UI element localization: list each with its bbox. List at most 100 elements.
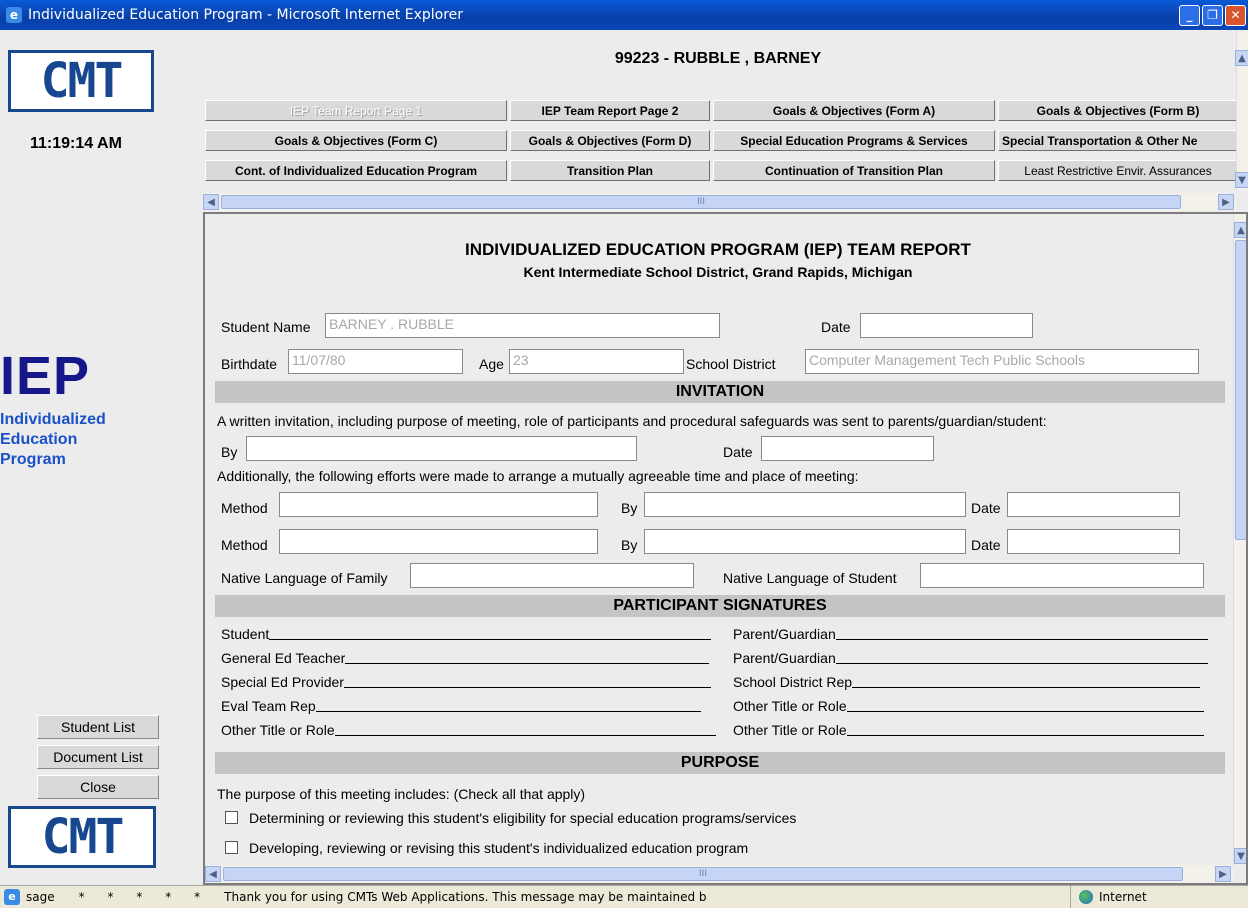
signature-line: Special Ed Provider (221, 674, 711, 690)
nav-goals-form-a[interactable]: Goals & Objectives (Form A) (713, 100, 995, 121)
scroll-right-icon[interactable]: ▶ (1218, 194, 1234, 210)
student-title: 99223 - RUBBLE , BARNEY (614, 50, 822, 67)
student-list-button[interactable]: Student List (37, 715, 159, 739)
clock: 11:19:14 AM (30, 135, 122, 152)
close-window-button[interactable]: ✕ (1225, 4, 1246, 26)
efforts-text: Additionally, the following efforts were… (217, 468, 859, 484)
method-by-field[interactable] (644, 529, 966, 554)
signature-line: Parent/Guardian (733, 626, 1208, 642)
scroll-left-icon[interactable]: ◀ (205, 866, 221, 882)
scroll-right-icon[interactable]: ▶ (1215, 866, 1231, 882)
nav-transition-plan[interactable]: Transition Plan (510, 160, 710, 181)
purpose-item: Developing, reviewing or revising this s… (249, 840, 749, 856)
iep-subtitle-line: Individualized (0, 411, 106, 428)
nav-iep-team-report-page-1[interactable]: IEP Team Report Page 1 (205, 100, 507, 121)
method-field[interactable] (279, 529, 598, 554)
method-date-label: Date (971, 500, 1001, 516)
nav-goals-form-c[interactable]: Goals & Objectives (Form C) (205, 130, 507, 151)
invitation-by-field[interactable] (246, 436, 637, 461)
scroll-down-icon[interactable]: ▼ (1235, 172, 1248, 188)
method-by-label: By (621, 500, 638, 516)
top-horizontal-scrollbar[interactable]: ◀ III ▶ (203, 193, 1236, 211)
signature-underline (852, 674, 1201, 688)
participant-signatures-heading: PARTICIPANT SIGNATURES (215, 595, 1225, 617)
method-field[interactable] (279, 492, 598, 517)
signature-role: Other Title or Role (733, 722, 847, 738)
method-date-field[interactable] (1007, 492, 1180, 517)
scroll-down-icon[interactable]: ▼ (1234, 848, 1248, 864)
ie-icon: e (6, 7, 22, 23)
method-by-field[interactable] (644, 492, 966, 517)
scroll-thumb[interactable]: III (223, 867, 1183, 881)
purpose-checkbox[interactable] (225, 841, 238, 854)
signature-line: Other Title or Role (733, 698, 1204, 714)
nav-goals-form-b[interactable]: Goals & Objectives (Form B) (998, 100, 1238, 121)
date-field[interactable] (860, 313, 1033, 338)
signature-role: Other Title or Role (733, 698, 847, 714)
purpose-intro: The purpose of this meeting includes: (C… (217, 786, 586, 802)
nav-cont-iep[interactable]: Cont. of Individualized Education Progra… (205, 160, 507, 181)
native-language-student-field[interactable] (920, 563, 1204, 588)
purpose-heading: PURPOSE (215, 752, 1225, 774)
age-label: Age (479, 356, 504, 372)
birthdate-field[interactable]: 11/07/80 (288, 349, 463, 374)
student-name-field[interactable]: BARNEY . RUBBLE (325, 313, 720, 338)
school-district-field[interactable]: Computer Management Tech Public Schools (805, 349, 1199, 374)
signature-role: Eval Team Rep (221, 698, 316, 714)
report-subtitle: Kent Intermediate School District, Grand… (523, 264, 913, 280)
signature-underline (315, 698, 701, 712)
method-date-label: Date (971, 537, 1001, 553)
nav-special-transportation[interactable]: Special Transportation & Other Ne (998, 130, 1238, 151)
globe-icon (1079, 890, 1093, 904)
birthdate-label: Birthdate (221, 356, 278, 372)
scroll-left-icon[interactable]: ◀ (203, 194, 219, 210)
window-title: Individualized Education Program - Micro… (28, 7, 464, 23)
signature-line: School District Rep (733, 674, 1201, 690)
signature-line: Other Title or Role (221, 722, 716, 738)
main-horizontal-scrollbar[interactable]: ◀ III ▶ (203, 865, 1233, 883)
cmt-logo-top: CMT (8, 50, 154, 112)
signature-underline (835, 626, 1208, 640)
scroll-up-icon[interactable]: ▲ (1234, 222, 1248, 238)
invitation-date-field[interactable] (761, 436, 934, 461)
signature-underline (269, 626, 712, 640)
signature-line: Other Title or Role (733, 722, 1204, 738)
date-label: Date (821, 319, 851, 335)
status-left-text: sage (26, 889, 55, 904)
scroll-thumb[interactable]: III (221, 195, 1181, 209)
invitation-date-label: Date (723, 444, 753, 460)
signature-line: Parent/Guardian (733, 650, 1208, 666)
scroll-thumb[interactable] (1235, 240, 1247, 540)
iep-subtitle-line: Education (0, 431, 78, 448)
main-frame: INDIVIDUALIZED EDUCATION PROGRAM (IEP) T… (203, 212, 1248, 885)
cmt-logo-bottom: CMT (8, 806, 156, 868)
purpose-item: Determining or reviewing this student's … (249, 810, 797, 826)
nav-continuation-transition-plan[interactable]: Continuation of Transition Plan (713, 160, 995, 181)
scroll-up-icon[interactable]: ▲ (1235, 50, 1248, 66)
restore-button[interactable]: ❐ (1202, 4, 1223, 26)
main-vertical-scrollbar[interactable]: ▲ ▼ (1233, 214, 1248, 865)
iep-subtitle: Individualized Education Program (0, 410, 106, 470)
window-titlebar: e Individualized Education Program - Mic… (0, 0, 1248, 30)
native-language-family-field[interactable] (410, 563, 694, 588)
nav-goals-form-d[interactable]: Goals & Objectives (Form D) (510, 130, 710, 151)
signature-role: Other Title or Role (221, 722, 335, 738)
top-vertical-scrollbar[interactable]: ▲ ▼ (1235, 30, 1248, 190)
nav-iep-team-report-page-2[interactable]: IEP Team Report Page 2 (510, 100, 710, 121)
status-bar: e sage * * * * * Thank you for using CMT… (0, 885, 1248, 908)
method-date-field[interactable] (1007, 529, 1180, 554)
nav-least-restrictive[interactable]: Least Restrictive Envir. Assurances (998, 160, 1238, 181)
document-list-button[interactable]: Document List (37, 745, 159, 769)
native-language-family-label: Native Language of Family (221, 570, 388, 586)
minimize-button[interactable]: _ (1179, 4, 1200, 26)
purpose-checkbox[interactable] (225, 811, 238, 824)
age-field[interactable]: 23 (509, 349, 684, 374)
top-frame: 99223 - RUBBLE , BARNEY IEP Team Report … (203, 30, 1248, 212)
native-language-student-label: Native Language of Student (723, 570, 897, 586)
nav-special-ed-programs[interactable]: Special Education Programs & Services (713, 130, 995, 151)
signature-role: Special Ed Provider (221, 674, 344, 690)
student-name-label: Student Name (221, 319, 311, 335)
zone-label: Internet (1099, 890, 1147, 904)
method-by-label: By (621, 537, 638, 553)
close-button[interactable]: Close (37, 775, 159, 799)
